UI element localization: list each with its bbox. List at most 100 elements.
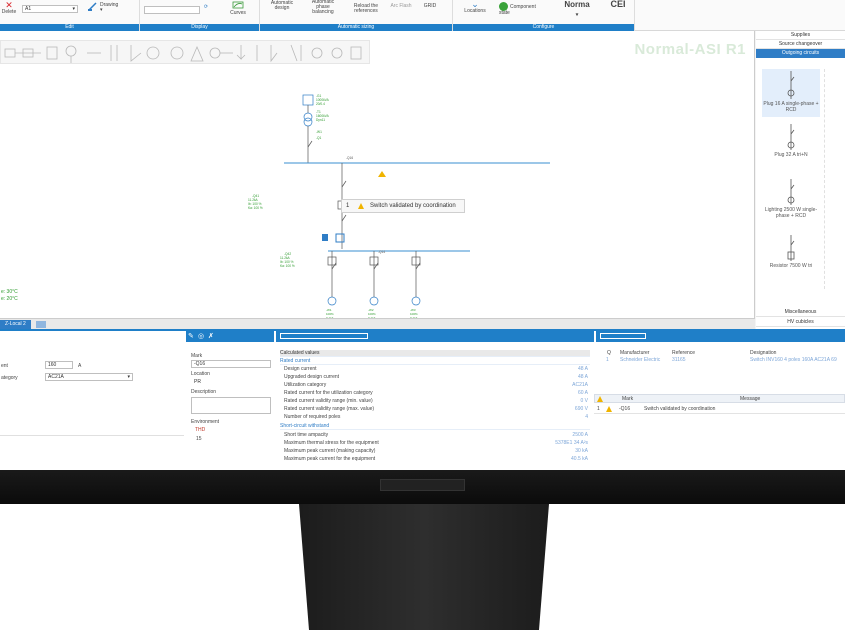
description-field[interactable] (191, 397, 271, 414)
parts-toolbar-icons[interactable] (600, 333, 646, 339)
ribbon-group-label-configure: Configure (453, 24, 634, 31)
ambient-temp-1: e: 30°C (1, 289, 18, 295)
warning-icon (358, 203, 364, 209)
library-source-changeover[interactable]: Source changeover (756, 40, 845, 49)
calc-panel-header (276, 331, 594, 342)
grid-button[interactable]: GRID (418, 4, 442, 9)
ribbon-group-configure: ⌄ Locations Component state Norma ▾ CEI Co… (453, 0, 635, 31)
prop-label-current: ent (1, 363, 8, 369)
library-item-plug-16[interactable]: Plug 16 A single-phase + RCD (762, 69, 820, 117)
symbol-palette-icons (4, 44, 362, 63)
prop-label-category: ategory (1, 375, 18, 381)
library-item-lighting[interactable]: Lighting 2500 W single-phase + RCD (762, 179, 820, 227)
plug-icon (787, 71, 795, 99)
calc-title: Calculated values (280, 350, 590, 357)
calc-row: Maximum peak current (making capacity) 30… (284, 448, 588, 454)
warning-icon (597, 396, 603, 402)
thd-value: 15 (196, 436, 202, 442)
component-library-panel: Supplies Source changeover Outgoing circ… (756, 31, 845, 329)
library-item-resistor[interactable]: Resistor 7500 W tri (762, 235, 820, 279)
pen-icon[interactable] (88, 1, 98, 13)
parts-col-manufacturer: Manufacturer (620, 350, 650, 356)
ribbon-group-label-display: Display (140, 24, 259, 31)
sheet-tabstrip: Z-Local 2 (0, 318, 755, 329)
messages-header: Mark Message (594, 394, 845, 403)
environment-label: Environment (191, 419, 220, 425)
schematic-canvas[interactable]: Normal-ASI R1 -G1 1000kVA 20/0.4 -T1 1600kV… (0, 31, 755, 320)
category-select[interactable]: AC21A ▾ (45, 373, 133, 381)
automatic-design-button[interactable]: Automatic design (264, 1, 300, 11)
calc-row: Rated current validity range (max. value… (284, 406, 588, 412)
pin-icon[interactable]: ◎ (198, 332, 204, 340)
mark-panel-header: ✎ ◎ ✗ (186, 331, 274, 342)
calc-row: Rated current for the utilization catego… (284, 390, 588, 396)
svg-text:Ka: 100 %: Ka: 100 % (248, 206, 263, 210)
cei-label: CEI (610, 0, 626, 9)
tab-z-local-2[interactable]: Z-Local 2 (0, 320, 31, 329)
parts-row[interactable]: 1 Schneider Electric 31165 Switch INV160… (598, 357, 845, 365)
lamp-icon (787, 179, 795, 205)
library-overflow-column (824, 69, 845, 289)
cell-reference-field[interactable]: A1 ▾ (22, 5, 78, 13)
refresh-icon[interactable]: ⟳ (201, 5, 211, 10)
calc-row: Maximum thermal stress for the equipment… (284, 440, 588, 446)
library-hv-cubicles[interactable]: HV cubicles (756, 318, 845, 327)
view-switcher-icons[interactable] (280, 333, 368, 339)
messages-col-mark: Mark (622, 396, 634, 402)
chevron-down-icon: ▾ (127, 374, 130, 380)
display-field[interactable] (144, 6, 200, 14)
locations-button[interactable]: ⌄ Locations (457, 0, 493, 14)
norma-button[interactable]: Norma ▾ (557, 0, 597, 20)
ribbon-group-display: ⟳ Curves Display (140, 0, 260, 31)
delete-button[interactable]: ✕ Delete (1, 1, 17, 15)
edit-icon[interactable]: ✎ (188, 332, 194, 340)
library-outgoing-circuits[interactable]: Outgoing circuits (756, 49, 845, 58)
library-supplies[interactable]: Supplies (756, 31, 845, 40)
svg-text:-Q1: -Q1 (316, 136, 322, 140)
parts-col-designation: Designation (750, 350, 777, 356)
tools-icon[interactable]: ✗ (208, 332, 214, 340)
parts-col-q: Q (607, 350, 611, 356)
calc-row: Utilization category AC21A (284, 382, 588, 388)
message-row[interactable]: 1 -Q16 Switch validated by coordination (594, 404, 845, 414)
location-label: Location (191, 371, 210, 377)
curves-button[interactable]: Curves (228, 1, 248, 16)
ribbon-group-edit: ✕ Delete A1 ▾ Drawing ▾ Edit (0, 0, 140, 31)
parts-col-reference: Reference (672, 350, 696, 356)
current-field[interactable]: 160 (45, 361, 73, 369)
calc-row: Number of required poles 4 (284, 414, 588, 420)
reload-references-button[interactable]: Reload the references (346, 4, 386, 14)
calc-row: Design current 48 A (284, 366, 588, 372)
chevron-down-icon: ▾ (72, 6, 75, 12)
description-label: Description (191, 389, 217, 395)
short-circuit-section: Short-circuit withstand (280, 423, 590, 430)
monitor-stand (299, 504, 549, 630)
warning-icon (606, 406, 612, 412)
tab-add-icon[interactable] (36, 321, 46, 328)
library-item-plug-32[interactable]: Plug 32 A tri+N (762, 124, 820, 168)
svg-text:Ka: 100 %: Ka: 100 % (280, 264, 295, 268)
parts-panel-header (596, 331, 845, 342)
ambient-temp-2: e: 20°C (1, 296, 18, 302)
mark-q14-label: -Q14 (378, 250, 385, 254)
location-field[interactable]: PR (191, 378, 271, 386)
curves-icon (232, 1, 244, 9)
mark-label: Mark (191, 353, 203, 359)
ribbon-group-label-auto-sizing: Automatic sizing (260, 24, 452, 31)
resistor-icon (787, 235, 795, 261)
component-state-button[interactable]: Component state (499, 2, 543, 16)
diagram-watermark: Normal-ASI R1 (634, 41, 746, 58)
arc-flash-button[interactable]: Arc Flash (386, 4, 416, 9)
application-screen: ✕ Delete A1 ▾ Drawing ▾ Edit ⟳ Curves Disp… (0, 0, 845, 470)
calc-row: Upgraded design current 48 A (284, 374, 588, 380)
svg-text:20/0.4: 20/0.4 (316, 102, 325, 106)
library-miscellaneous[interactable]: Miscellaneous (756, 308, 845, 317)
callout-text: Switch validated by coordination (370, 203, 456, 209)
calc-row: Short time ampacity 2500 A (284, 432, 588, 438)
ribbon-toolbar: ✕ Delete A1 ▾ Drawing ▾ Edit ⟳ Curves Disp… (0, 0, 845, 31)
rated-current-section: Rated current (280, 358, 590, 365)
calc-row: Rated current validity range (min. value… (284, 398, 588, 404)
automatic-phase-balancing-button[interactable]: Automatic phase balancing (304, 0, 342, 15)
mark-field[interactable]: -Q16 (191, 360, 271, 368)
drawing-button[interactable]: Drawing ▾ (100, 3, 140, 13)
